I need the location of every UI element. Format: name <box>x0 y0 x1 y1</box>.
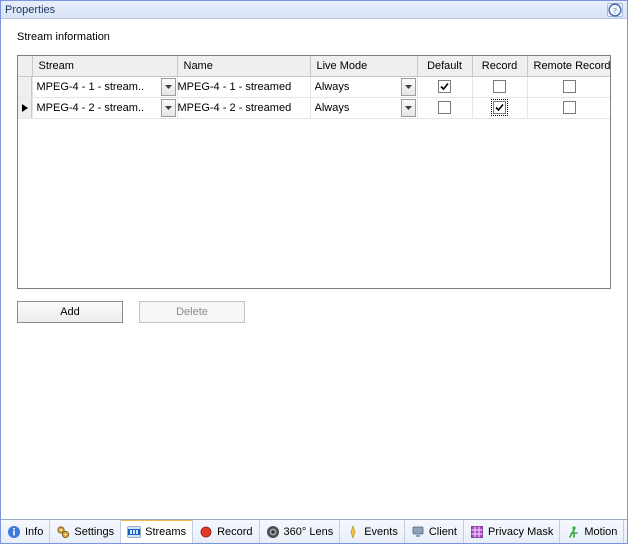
tab-settings[interactable]: Settings <box>50 520 121 543</box>
events-icon <box>346 525 360 539</box>
stream-cell[interactable]: MPEG-4 - 2 - stream.. <box>33 98 177 118</box>
col-live[interactable]: Live Mode <box>310 56 417 76</box>
col-marker <box>18 56 32 76</box>
body: Stream information Stream Name Live Mode… <box>1 19 627 543</box>
tab-client[interactable]: Client <box>405 520 464 543</box>
tab-record[interactable]: Record <box>193 520 259 543</box>
tab-events[interactable]: Events <box>340 520 405 543</box>
live-mode-cell[interactable]: Always <box>311 98 417 118</box>
tab-label: Privacy Mask <box>488 526 553 538</box>
tab-label: Events <box>364 526 398 538</box>
table-header-row: Stream Name Live Mode Default Record Rem… <box>18 56 611 76</box>
name-cell[interactable]: MPEG-4 - 2 - streamed <box>177 97 310 118</box>
default-cell <box>418 77 472 97</box>
chevron-down-icon[interactable] <box>161 78 176 96</box>
info-icon <box>7 525 21 539</box>
live-mode-value: Always <box>315 102 401 114</box>
tab-label: 360° Lens <box>284 526 334 538</box>
delete-button-label: Delete <box>176 306 208 318</box>
tab-lens[interactable]: 360° Lens <box>260 520 341 543</box>
stream-value: MPEG-4 - 2 - stream.. <box>37 102 161 114</box>
motion-icon <box>566 525 580 539</box>
record-checkbox[interactable] <box>493 101 506 114</box>
live-mode-value: Always <box>315 81 401 93</box>
tab-info[interactable]: Info <box>1 520 50 543</box>
tab-label: Client <box>429 526 457 538</box>
col-record[interactable]: Record <box>472 56 527 76</box>
remote-record-cell <box>528 77 612 97</box>
privacy-icon <box>470 525 484 539</box>
record-checkbox[interactable] <box>493 80 506 93</box>
remote-record-cell <box>528 98 612 118</box>
col-stream[interactable]: Stream <box>32 56 177 76</box>
chevron-down-icon[interactable] <box>401 78 416 96</box>
delete-button: Delete <box>139 301 245 323</box>
col-name[interactable]: Name <box>177 56 310 76</box>
default-checkbox[interactable] <box>438 101 451 114</box>
section-label: Stream information <box>1 19 627 49</box>
record-cell <box>473 98 527 118</box>
stream-value: MPEG-4 - 1 - stream.. <box>37 81 161 93</box>
tab-label: Motion <box>584 526 617 538</box>
table-row[interactable]: MPEG-4 - 2 - stream.. MPEG-4 - 2 - stream… <box>18 97 611 118</box>
tab-strip: Info Settings Streams Record 360° Lens Events… <box>1 519 627 543</box>
tab-label: Settings <box>74 526 114 538</box>
client-icon <box>411 525 425 539</box>
settings-icon <box>56 525 70 539</box>
tab-streams[interactable]: Streams <box>121 519 193 543</box>
default-checkbox[interactable] <box>438 80 451 93</box>
remote-record-checkbox[interactable] <box>563 101 576 114</box>
help-button[interactable]: ? <box>607 3 623 17</box>
tab-privacy[interactable]: Privacy Mask <box>464 520 560 543</box>
properties-window: Properties ? Stream information Stream N… <box>0 0 628 544</box>
live-mode-cell[interactable]: Always <box>311 77 417 97</box>
chevron-down-icon[interactable] <box>401 99 416 117</box>
button-row: Add Delete <box>17 301 611 323</box>
window-title: Properties <box>5 4 55 16</box>
stream-table: Stream Name Live Mode Default Record Rem… <box>17 55 611 289</box>
add-button-label: Add <box>60 306 80 318</box>
stream-cell[interactable]: MPEG-4 - 1 - stream.. <box>33 77 177 97</box>
record-cell <box>473 77 527 97</box>
tab-motion[interactable]: Motion <box>560 520 624 543</box>
col-default[interactable]: Default <box>417 56 472 76</box>
record-icon <box>199 525 213 539</box>
table-row[interactable]: MPEG-4 - 1 - stream.. MPEG-4 - 1 - stream… <box>18 76 611 97</box>
row-marker <box>18 98 32 118</box>
default-cell <box>418 98 472 118</box>
tab-label: Streams <box>145 526 186 538</box>
row-marker <box>18 77 32 97</box>
svg-text:?: ? <box>613 6 617 15</box>
chevron-down-icon[interactable] <box>161 99 176 117</box>
col-remote[interactable]: Remote Record <box>527 56 611 76</box>
name-cell[interactable]: MPEG-4 - 1 - streamed <box>177 76 310 97</box>
tab-label: Record <box>217 526 252 538</box>
add-button[interactable]: Add <box>17 301 123 323</box>
lens-icon <box>266 525 280 539</box>
tab-label: Info <box>25 526 43 538</box>
remote-record-checkbox[interactable] <box>563 80 576 93</box>
titlebar: Properties ? <box>1 1 627 19</box>
streams-icon <box>127 525 141 539</box>
